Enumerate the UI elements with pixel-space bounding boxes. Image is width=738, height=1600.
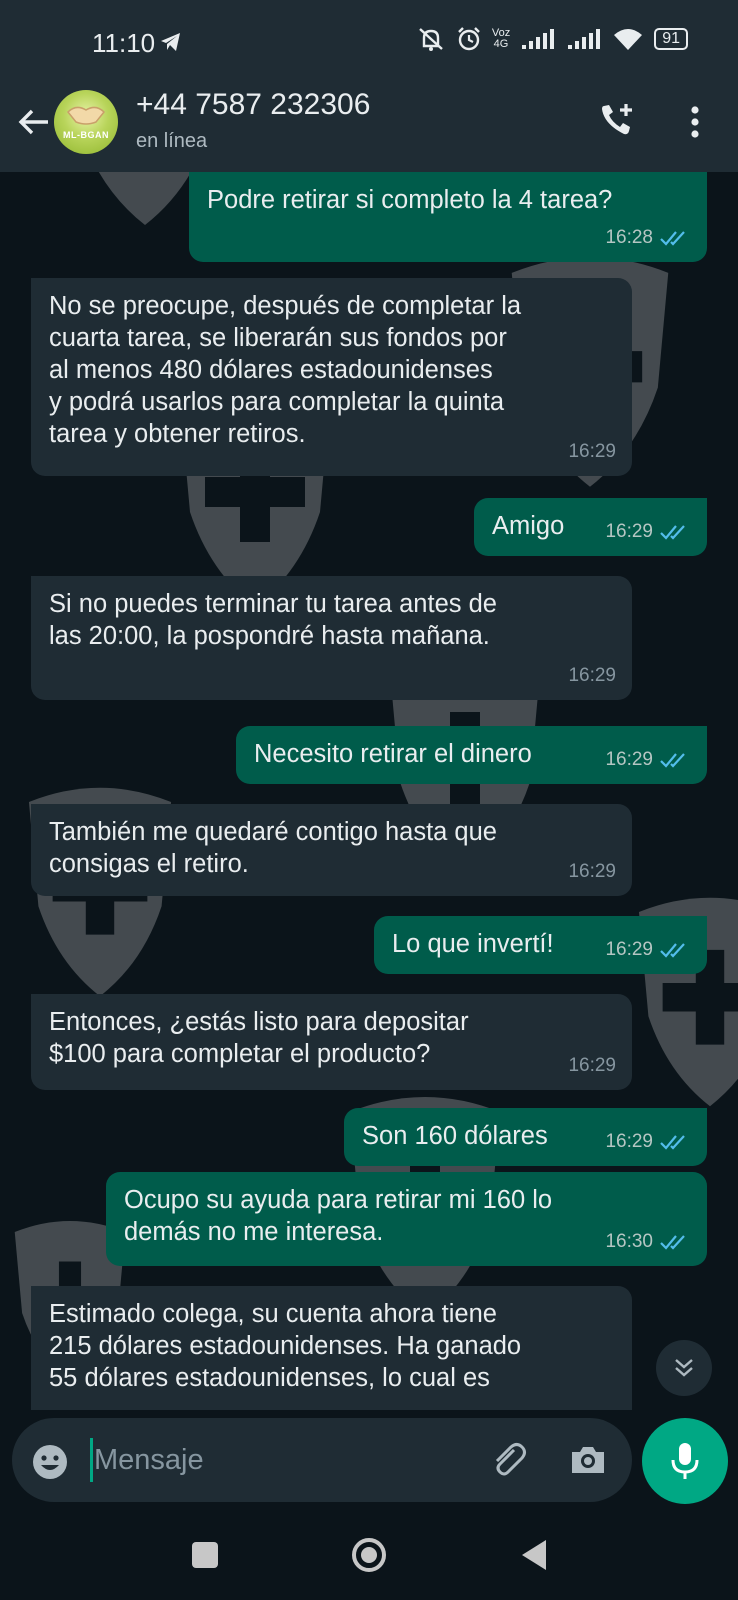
nav-recents-icon[interactable] <box>192 1542 218 1568</box>
message-bubble-outgoing[interactable]: Amigo 16:29 <box>474 498 707 556</box>
chat-header: ML-BGAN +44 7587 232306 en línea <box>0 88 738 172</box>
scroll-down-button[interactable] <box>656 1340 712 1396</box>
alarm-icon <box>457 27 480 51</box>
message-meta: 16:30 <box>605 1226 691 1258</box>
message-text: Ocupo su ayuda para retirar mi 160 lo de… <box>124 1186 553 1246</box>
message-text: También me quedaré contigo hasta que con… <box>49 818 497 878</box>
contact-status: en línea <box>136 130 208 152</box>
mic-button[interactable] <box>642 1418 728 1504</box>
message-time: 16:29 <box>568 861 616 882</box>
handshake-icon <box>66 106 106 125</box>
avatar[interactable]: ML-BGAN <box>54 90 118 154</box>
message-time: 16:28 <box>605 227 653 248</box>
message-bubble-outgoing[interactable]: Necesito retirar el dinero 16:29 <box>236 726 707 784</box>
message-text: Podre retirar si completo la 4 tarea? <box>207 186 613 214</box>
mic-icon <box>671 1443 699 1479</box>
read-ticks-icon <box>660 231 685 246</box>
nav-home-icon[interactable] <box>350 1536 388 1574</box>
message-text: No se preocupe, después de completar la … <box>49 292 522 448</box>
system-nav-bar <box>0 1516 738 1600</box>
status-time: 11:10 <box>92 28 156 58</box>
message-text: Entonces, ¿estás listo para depositar $1… <box>49 1008 469 1068</box>
message-bubble-incoming[interactable]: Si no puedes terminar tu tarea antes de … <box>31 576 632 700</box>
message-meta: 16:29 <box>568 856 616 888</box>
status-icons: Voz 4G 91 <box>416 26 688 52</box>
read-ticks-icon <box>660 525 685 540</box>
message-text: Si no puedes terminar tu tarea antes de … <box>49 590 497 650</box>
read-ticks-icon <box>660 1135 685 1150</box>
message-time: 16:29 <box>568 665 616 686</box>
chat-area[interactable]: Podre retirar si completo la 4 tarea? 16… <box>0 172 738 1410</box>
avatar-text: ML-BGAN <box>63 130 109 140</box>
text-caret <box>90 1438 93 1482</box>
message-meta: 16:29 <box>568 660 616 692</box>
more-vert-icon[interactable] <box>680 102 710 142</box>
add-call-icon[interactable] <box>596 100 636 140</box>
nav-back-icon[interactable] <box>520 1538 548 1572</box>
message-meta: 16:29 <box>568 436 616 468</box>
message-time: 16:29 <box>605 939 653 960</box>
message-meta: 16:29 <box>568 1050 616 1082</box>
message-meta: 16:28 <box>605 222 691 254</box>
read-ticks-icon <box>660 943 685 958</box>
telegram-icon <box>161 33 180 51</box>
emoji-icon[interactable] <box>30 1442 70 1482</box>
signal-icon-1 <box>522 29 555 49</box>
contact-name[interactable]: +44 7587 232306 <box>136 88 370 122</box>
camera-icon[interactable] <box>568 1440 608 1480</box>
message-input-bar <box>12 1418 632 1502</box>
signal-icon-2 <box>568 29 601 49</box>
message-bubble-incoming[interactable]: Entonces, ¿estás listo para depositar $1… <box>31 994 632 1090</box>
battery-level: 91 <box>654 28 688 50</box>
attach-icon[interactable] <box>488 1440 528 1480</box>
read-ticks-icon <box>660 1235 685 1250</box>
read-ticks-icon <box>660 753 685 768</box>
message-time: 16:29 <box>605 1131 653 1152</box>
back-arrow-icon[interactable] <box>14 102 54 142</box>
message-time: 16:30 <box>605 1231 653 1252</box>
message-text: Estimado colega, su cuenta ahora tiene 2… <box>49 1300 522 1392</box>
message-bubble-outgoing[interactable]: Podre retirar si completo la 4 tarea? 16… <box>189 172 707 262</box>
scroll-down-icon <box>675 1359 693 1377</box>
message-bubble-incoming[interactable]: No se preocupe, después de completar la … <box>31 278 632 476</box>
wifi-icon <box>614 29 643 50</box>
message-bubble-outgoing[interactable]: Son 160 dólares 16:29 <box>344 1108 707 1166</box>
mute-notifications-icon <box>419 28 443 51</box>
message-meta: 16:29 <box>605 934 691 966</box>
message-bubble-outgoing[interactable]: Lo que invertí! 16:29 <box>374 916 707 974</box>
status-bar: 11:10 Voz 4G 91 <box>0 0 738 88</box>
message-meta: 16:29 <box>605 516 691 548</box>
message-meta: 16:29 <box>605 744 691 776</box>
message-bubble-outgoing[interactable]: Ocupo su ayuda para retirar mi 160 lo de… <box>106 1172 707 1266</box>
message-time: 16:29 <box>605 521 653 542</box>
message-meta: 16:29 <box>605 1126 691 1158</box>
message-bubble-incoming[interactable]: También me quedaré contigo hasta que con… <box>31 804 632 896</box>
network-label: Voz 4G <box>491 27 511 50</box>
message-time: 16:29 <box>605 749 653 770</box>
message-time: 16:29 <box>568 441 616 462</box>
message-input[interactable] <box>94 1438 454 1482</box>
message-bubble-incoming[interactable]: Estimado colega, su cuenta ahora tiene 2… <box>31 1286 632 1410</box>
message-time: 16:29 <box>568 1055 616 1076</box>
